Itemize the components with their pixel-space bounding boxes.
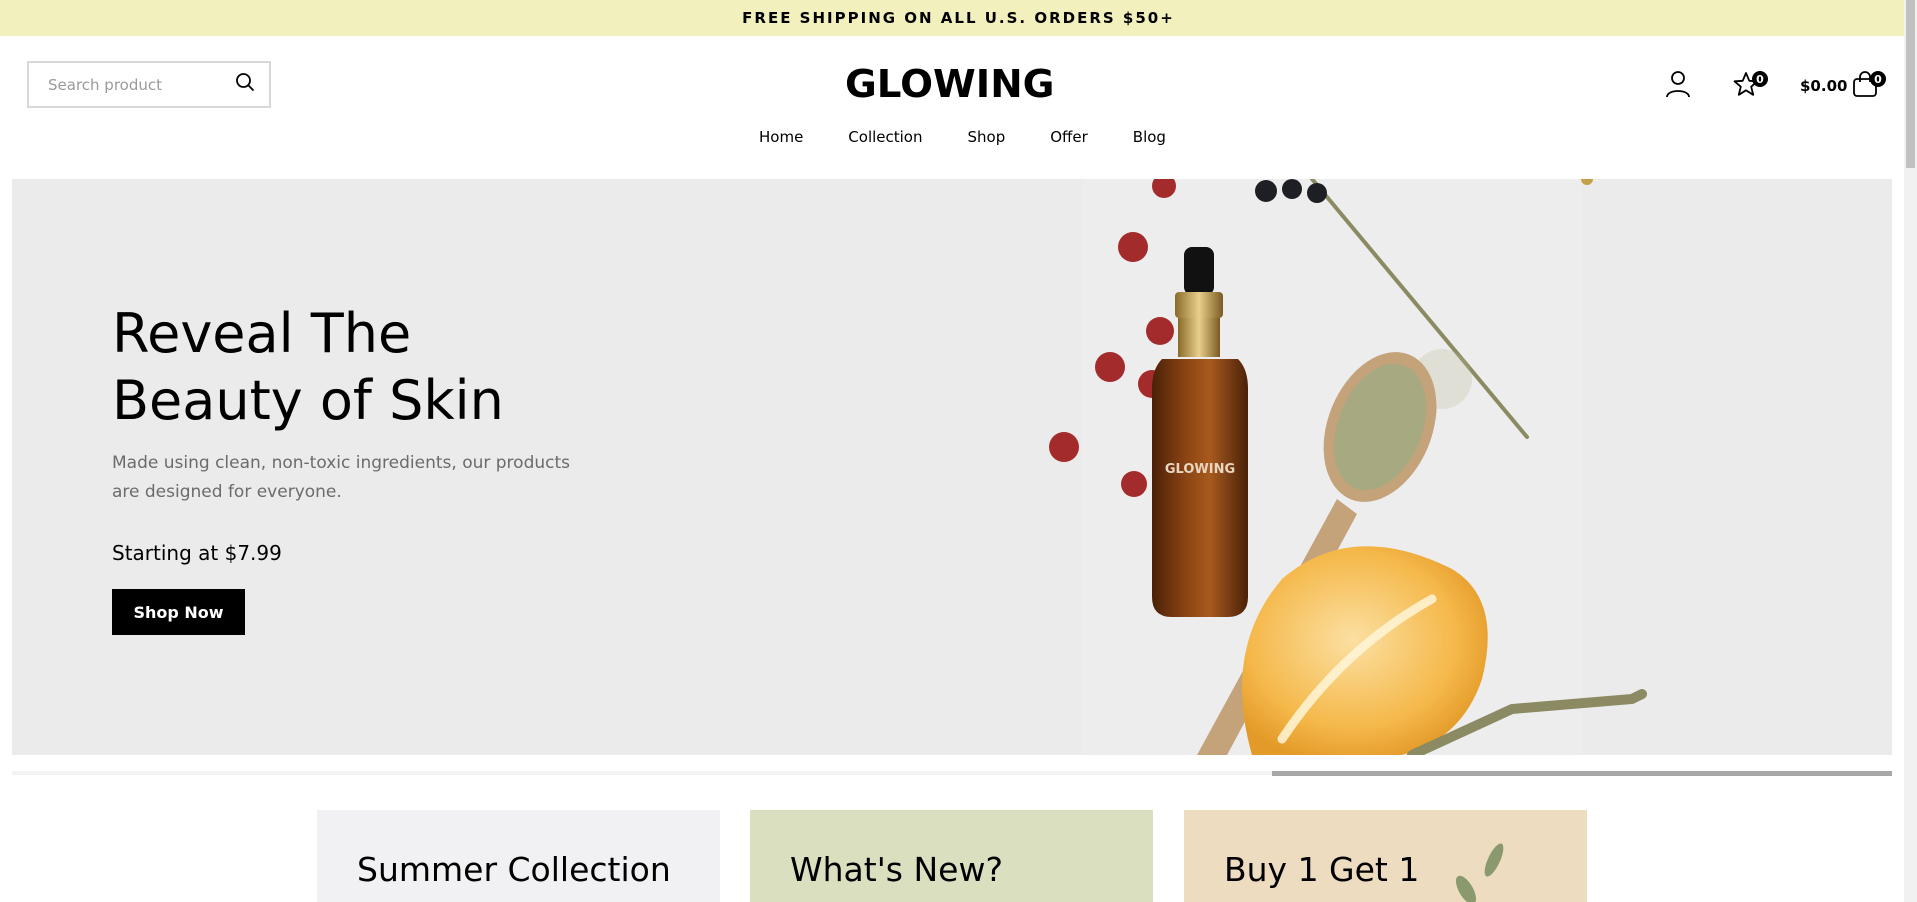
promo-card-whats-new[interactable]: What's New? [750, 810, 1153, 902]
hero-product-image: GLOWING [1049, 179, 1647, 755]
wishlist-count-badge: 0 [1752, 71, 1768, 87]
announcement-bar: FREE SHIPPING ON ALL U.S. ORDERS $50+ [0, 0, 1917, 36]
search-box[interactable] [27, 61, 271, 108]
promo-card-title: Buy 1 Get 1 [1224, 850, 1420, 889]
nav-blog[interactable]: Blog [1133, 128, 1166, 146]
nav-collection[interactable]: Collection [848, 128, 922, 146]
user-icon[interactable] [1665, 70, 1691, 103]
nav-shop[interactable]: Shop [968, 128, 1006, 146]
hero-banner: Reveal The Beauty of Skin Made using cle… [12, 179, 1892, 755]
promo-card-buy-1-get-1[interactable]: Buy 1 Get 1 [1184, 810, 1587, 902]
main-nav: Home Collection Shop Offer Blog [759, 128, 1211, 146]
bottle-label: GLOWING [1165, 462, 1235, 477]
search-input[interactable] [48, 75, 218, 94]
page-scrollbar[interactable] [1904, 0, 1917, 902]
promo-card-title: Summer Collection [357, 850, 671, 889]
announcement-text: FREE SHIPPING ON ALL U.S. ORDERS $50+ [742, 9, 1175, 27]
scrollbar-thumb[interactable] [1906, 0, 1915, 168]
nav-home[interactable]: Home [759, 128, 803, 146]
search-icon[interactable] [235, 72, 255, 97]
nav-offer[interactable]: Offer [1050, 128, 1088, 146]
promo-card-title: What's New? [790, 850, 1003, 889]
cart-count-badge: 0 [1870, 71, 1886, 87]
slider-progress-fill[interactable] [1272, 771, 1892, 776]
cart-total[interactable]: $0.00 [1800, 77, 1847, 95]
promo-card-summer-collection[interactable]: Summer Collection [317, 810, 720, 902]
leaf-decoration [1455, 843, 1504, 902]
site-logo[interactable]: GLOWING [845, 62, 1055, 106]
